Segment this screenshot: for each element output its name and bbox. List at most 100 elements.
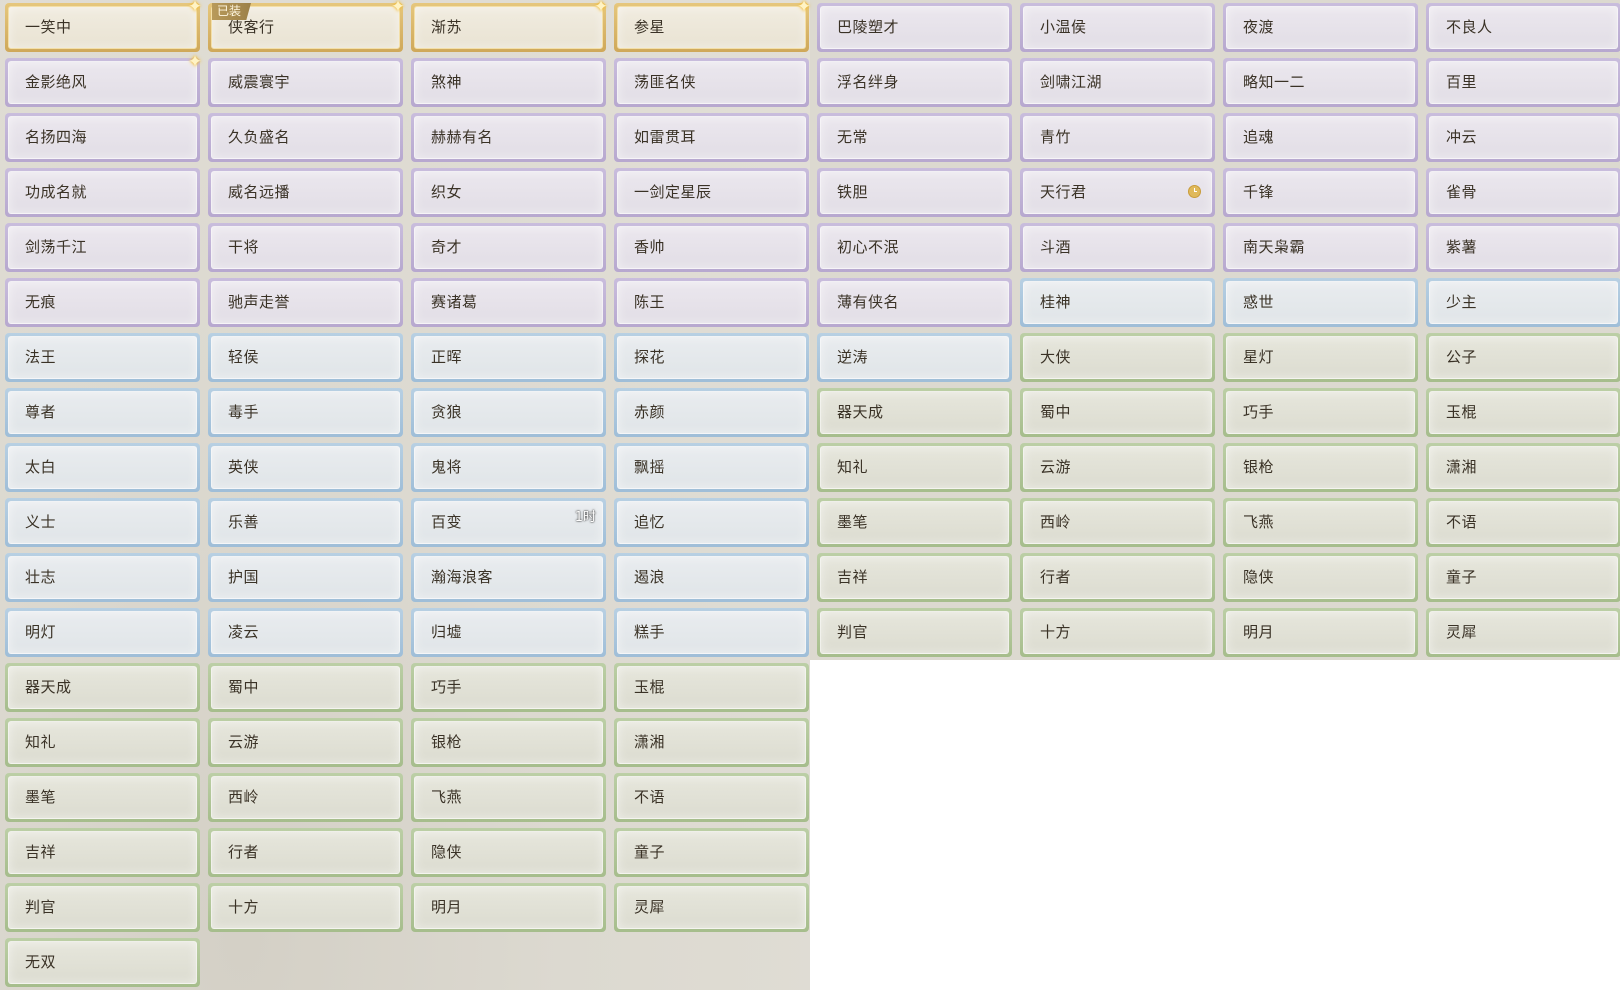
title-tile[interactable]: 西岭 bbox=[1020, 498, 1215, 547]
title-tile[interactable]: 凌云 bbox=[208, 608, 403, 657]
title-tile[interactable]: 十方 bbox=[208, 883, 403, 932]
title-tile[interactable]: 壮志 bbox=[5, 553, 200, 602]
title-tile[interactable]: 乐善 bbox=[208, 498, 403, 547]
title-tile[interactable]: 毒手 bbox=[208, 388, 403, 437]
title-tile[interactable]: 参星 ✦ bbox=[614, 0, 811, 52]
title-tile[interactable]: 煞神 bbox=[411, 58, 606, 107]
title-tile[interactable]: 十方 bbox=[1020, 608, 1215, 657]
title-tile[interactable]: 追魂 bbox=[1223, 113, 1418, 162]
title-tile[interactable]: 蜀中 bbox=[1020, 388, 1215, 437]
title-tile[interactable]: 织女 bbox=[411, 168, 606, 217]
title-tile[interactable]: 赤颜 bbox=[614, 388, 809, 437]
title-tile[interactable]: 桂神 bbox=[1020, 278, 1215, 327]
title-tile[interactable]: 护国 bbox=[208, 553, 403, 602]
title-tile[interactable]: 追忆 bbox=[614, 498, 809, 547]
title-tile[interactable]: 判官 bbox=[5, 883, 200, 932]
title-tile[interactable]: 星灯 bbox=[1223, 333, 1418, 382]
title-tile[interactable]: 天行君 bbox=[1020, 168, 1215, 217]
title-tile[interactable]: 器天成 bbox=[817, 388, 1012, 437]
title-tile[interactable]: 明月 bbox=[411, 883, 606, 932]
title-tile[interactable]: 巧手 bbox=[411, 663, 606, 712]
title-tile[interactable]: 百里 bbox=[1426, 58, 1620, 107]
title-tile[interactable]: 轻侯 bbox=[208, 333, 403, 382]
title-tile[interactable]: 剑荡千江 bbox=[5, 223, 200, 272]
title-tile[interactable]: 西岭 bbox=[208, 773, 403, 822]
title-tile[interactable]: 鬼将 bbox=[411, 443, 606, 492]
title-tile[interactable]: 名扬四海 bbox=[5, 113, 200, 162]
title-tile[interactable]: 正晖 bbox=[411, 333, 606, 382]
title-tile[interactable]: 飘摇 bbox=[614, 443, 809, 492]
title-tile[interactable]: 行者 bbox=[208, 828, 403, 877]
title-tile[interactable]: 尊者 bbox=[5, 388, 200, 437]
title-tile[interactable]: 雀骨 bbox=[1426, 168, 1620, 217]
title-tile[interactable]: 初心不泯 bbox=[817, 223, 1012, 272]
title-tile[interactable]: 潇湘 bbox=[614, 718, 809, 767]
title-tile[interactable]: 灵犀 bbox=[614, 883, 809, 932]
title-tile[interactable]: 明灯 bbox=[5, 608, 200, 657]
title-tile[interactable]: 侠客行 ✦ 已装 bbox=[208, 0, 405, 52]
title-tile[interactable]: 玉棍 bbox=[1426, 388, 1620, 437]
title-tile[interactable]: 银枪 bbox=[411, 718, 606, 767]
title-tile[interactable]: 知礼 bbox=[5, 718, 200, 767]
title-tile[interactable]: 惑世 bbox=[1223, 278, 1418, 327]
title-tile[interactable]: 隐侠 bbox=[1223, 553, 1418, 602]
title-tile[interactable]: 渐苏 ✦ bbox=[411, 0, 608, 52]
title-tile[interactable]: 公子 bbox=[1426, 333, 1620, 382]
title-tile[interactable]: 一笑中 ✦ bbox=[5, 0, 202, 52]
title-tile[interactable]: 紫薯 bbox=[1426, 223, 1620, 272]
title-tile[interactable]: 威名远播 bbox=[208, 168, 403, 217]
title-tile[interactable]: 千锋 bbox=[1223, 168, 1418, 217]
title-tile[interactable]: 墨笔 bbox=[817, 498, 1012, 547]
title-tile[interactable]: 荡匪名侠 bbox=[614, 58, 809, 107]
title-tile[interactable]: 遏浪 bbox=[614, 553, 809, 602]
title-tile[interactable]: 陈王 bbox=[614, 278, 809, 327]
title-tile[interactable]: 潇湘 bbox=[1426, 443, 1620, 492]
title-tile[interactable]: 青竹 bbox=[1020, 113, 1215, 162]
title-tile[interactable]: 金影绝风 ✦ bbox=[5, 53, 202, 107]
title-tile[interactable]: 功成名就 bbox=[5, 168, 200, 217]
title-tile[interactable]: 干将 bbox=[208, 223, 403, 272]
title-tile[interactable]: 逆涛 bbox=[817, 333, 1012, 382]
title-tile[interactable]: 行者 bbox=[1020, 553, 1215, 602]
title-tile[interactable]: 如雷贯耳 bbox=[614, 113, 809, 162]
title-tile[interactable]: 瀚海浪客 bbox=[411, 553, 606, 602]
title-tile[interactable]: 隐侠 bbox=[411, 828, 606, 877]
title-tile[interactable]: 童子 bbox=[1426, 553, 1620, 602]
title-tile[interactable]: 器天成 bbox=[5, 663, 200, 712]
title-tile[interactable]: 灵犀 bbox=[1426, 608, 1620, 657]
title-tile[interactable]: 明月 bbox=[1223, 608, 1418, 657]
title-tile[interactable]: 判官 bbox=[817, 608, 1012, 657]
title-tile[interactable]: 赛诸葛 bbox=[411, 278, 606, 327]
title-tile[interactable]: 不良人 bbox=[1426, 3, 1620, 52]
title-tile[interactable]: 墨笔 bbox=[5, 773, 200, 822]
title-tile[interactable]: 巴陵塑才 bbox=[817, 3, 1012, 52]
title-tile[interactable]: 吉祥 bbox=[817, 553, 1012, 602]
title-tile[interactable]: 归墟 bbox=[411, 608, 606, 657]
title-tile[interactable]: 蜀中 bbox=[208, 663, 403, 712]
title-tile[interactable]: 奇才 bbox=[411, 223, 606, 272]
title-tile[interactable]: 少主 bbox=[1426, 278, 1620, 327]
title-tile[interactable]: 不语 bbox=[1426, 498, 1620, 547]
title-tile[interactable]: 南天枭霸 bbox=[1223, 223, 1418, 272]
title-tile[interactable]: 云游 bbox=[208, 718, 403, 767]
title-tile[interactable]: 无常 bbox=[817, 113, 1012, 162]
title-tile[interactable]: 不语 bbox=[614, 773, 809, 822]
title-tile[interactable]: 义士 bbox=[5, 498, 200, 547]
title-tile[interactable]: 无痕 bbox=[5, 278, 200, 327]
title-tile[interactable]: 云游 bbox=[1020, 443, 1215, 492]
title-tile[interactable]: 驰声走誉 bbox=[208, 278, 403, 327]
title-tile[interactable]: 飞燕 bbox=[411, 773, 606, 822]
title-tile[interactable]: 浮名绊身 bbox=[817, 58, 1012, 107]
title-tile[interactable]: 薄有侠名 bbox=[817, 278, 1012, 327]
title-tile[interactable]: 知礼 bbox=[817, 443, 1012, 492]
title-tile[interactable]: 百变 1时 bbox=[411, 498, 606, 547]
title-tile[interactable]: 无双 bbox=[5, 938, 200, 987]
title-tile[interactable]: 剑啸江湖 bbox=[1020, 58, 1215, 107]
title-tile[interactable]: 冲云 bbox=[1426, 113, 1620, 162]
title-tile[interactable]: 斗酒 bbox=[1020, 223, 1215, 272]
title-tile[interactable]: 大侠 bbox=[1020, 333, 1215, 382]
title-tile[interactable]: 英侠 bbox=[208, 443, 403, 492]
title-tile[interactable]: 法王 bbox=[5, 333, 200, 382]
title-tile[interactable]: 飞燕 bbox=[1223, 498, 1418, 547]
title-tile[interactable]: 一剑定星辰 bbox=[614, 168, 809, 217]
